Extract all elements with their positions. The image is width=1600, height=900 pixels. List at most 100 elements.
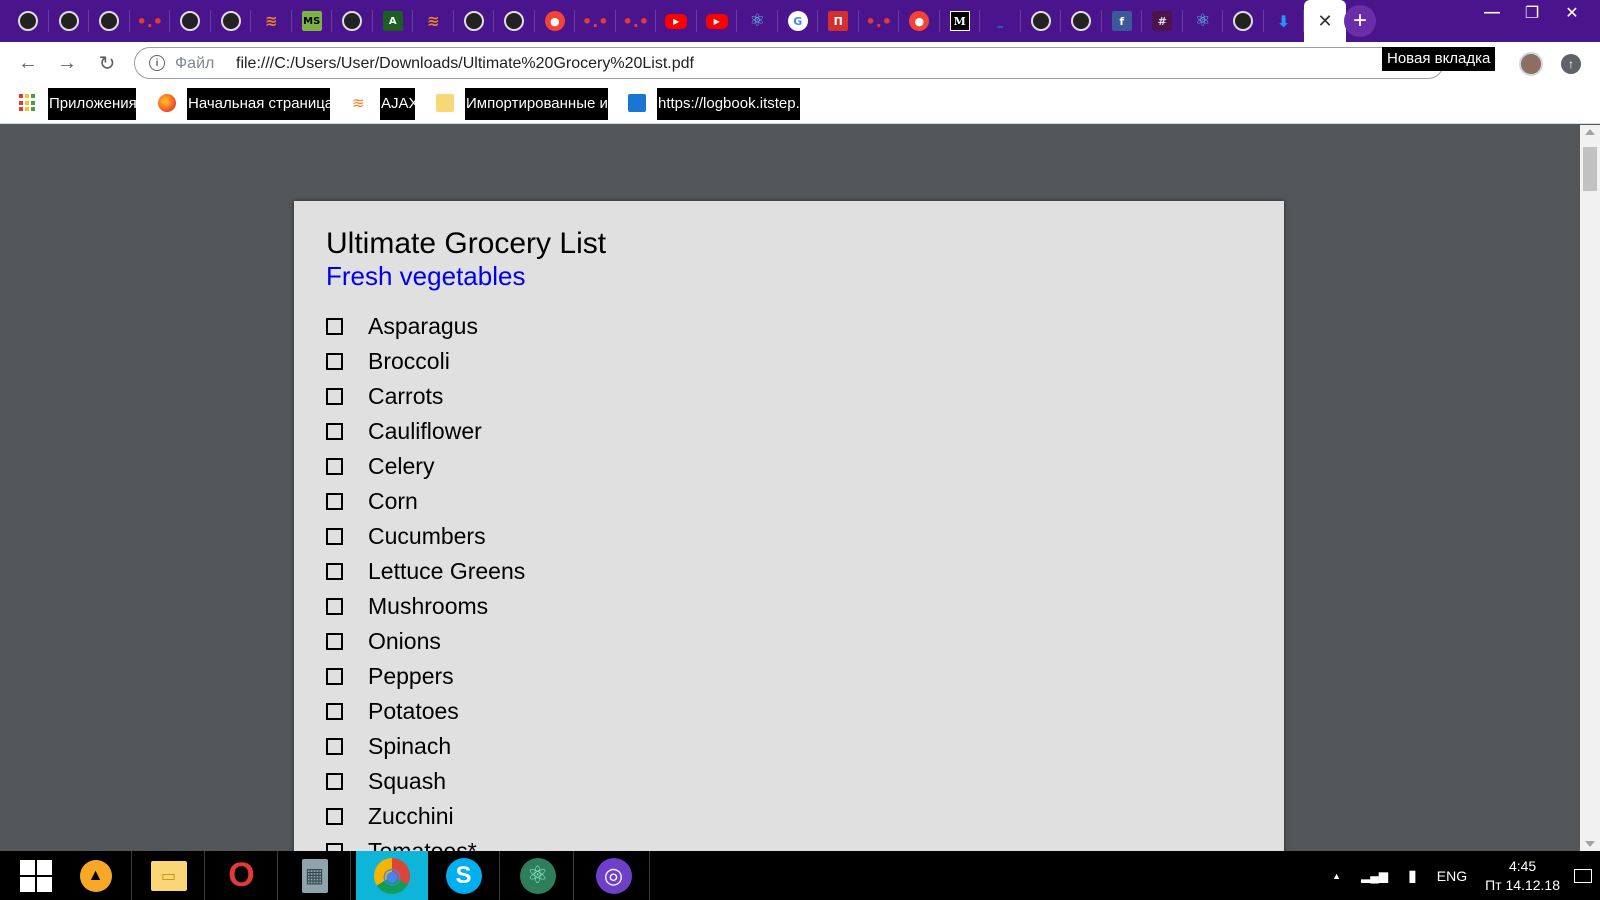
checkbox[interactable] <box>326 703 343 720</box>
checkbox[interactable] <box>326 843 343 851</box>
apps-icon[interactable] <box>19 94 37 112</box>
browser-tab[interactable] <box>211 0 252 42</box>
taskbar-github-desktop[interactable]: ◎ <box>578 851 650 900</box>
battery-icon[interactable]: ▮ <box>1408 866 1417 886</box>
bookmark-start-page[interactable]: Начальная страница <box>187 88 330 120</box>
opera-icon: O <box>228 856 255 894</box>
list-item: Lettuce Greens <box>326 554 525 589</box>
browser-tab[interactable]: ● <box>899 0 940 42</box>
browser-tab[interactable]: f <box>1102 0 1143 42</box>
browser-tab[interactable]: ● <box>535 0 576 42</box>
browser-tab[interactable]: ▶ <box>656 0 697 42</box>
update-icon[interactable]: ↑ <box>1561 54 1581 74</box>
browser-tab[interactable]: A <box>373 0 414 42</box>
browser-tab[interactable]: •.• <box>575 0 616 42</box>
github-icon <box>99 11 120 31</box>
checkbox[interactable] <box>326 388 343 405</box>
scrollbar[interactable] <box>1580 125 1600 851</box>
browser-tab[interactable]: ⚛ <box>1183 0 1224 42</box>
dots-icon: •.• <box>865 11 893 31</box>
browser-tab[interactable]: •.• <box>130 0 171 42</box>
browser-tab[interactable] <box>170 0 211 42</box>
browser-tab[interactable] <box>494 0 535 42</box>
browser-tab[interactable] <box>89 0 130 42</box>
checkbox[interactable] <box>326 773 343 790</box>
browser-tab[interactable] <box>1021 0 1062 42</box>
scroll-down-arrow[interactable] <box>1585 841 1595 847</box>
checkbox[interactable] <box>326 423 343 440</box>
checkbox[interactable] <box>326 458 343 475</box>
checkbox[interactable] <box>326 563 343 580</box>
tray-overflow-icon[interactable]: ▲ <box>1332 871 1341 881</box>
bookmark-apps[interactable]: Приложения <box>48 88 136 120</box>
browser-tab[interactable] <box>1223 0 1264 42</box>
taskbar-atom[interactable]: ⚛ <box>502 851 574 900</box>
browser-tab[interactable] <box>454 0 495 42</box>
url-text[interactable]: file:///C:/Users/User/Downloads/Ultimate… <box>236 55 694 73</box>
active-tab[interactable]: ✕ <box>1304 0 1346 42</box>
github-icon <box>1233 11 1254 31</box>
scroll-up-arrow[interactable] <box>1585 129 1595 135</box>
scroll-thumb[interactable] <box>1583 147 1597 191</box>
close-window-button[interactable]: ✕ <box>1552 0 1592 26</box>
atom-icon: ⚛ <box>519 857 556 894</box>
browser-tab[interactable]: G <box>778 0 819 42</box>
browser-tab[interactable]: ≋ <box>251 0 292 42</box>
taskbar-aimp[interactable]: ▲ <box>60 851 132 900</box>
checkbox[interactable] <box>326 353 343 370</box>
list-item: Cauliflower <box>326 414 525 449</box>
item-label: Mushrooms <box>368 593 489 619</box>
browser-tab[interactable] <box>8 0 49 42</box>
notification-icon[interactable] <box>1574 868 1592 883</box>
checkbox[interactable] <box>326 318 343 335</box>
taskbar-chrome[interactable]: ◉ <box>356 851 428 900</box>
browser-tab[interactable] <box>49 0 90 42</box>
info-icon[interactable]: i <box>149 55 165 71</box>
browser-tab[interactable]: ≋ <box>413 0 454 42</box>
bookmark-imported[interactable]: Импортированные из <box>465 88 608 120</box>
close-tab-icon[interactable]: ✕ <box>1317 11 1332 32</box>
browser-tab[interactable]: ⬇ <box>1264 0 1305 42</box>
dots-icon: •.• <box>136 11 164 31</box>
back-button[interactable]: ← <box>16 51 40 75</box>
checkbox[interactable] <box>326 668 343 685</box>
taskbar-file-explorer[interactable]: ▭ <box>133 851 205 900</box>
bookmark-ajax[interactable]: AJAX <box>380 88 415 120</box>
taskbar-opera[interactable]: O <box>206 851 278 900</box>
clock[interactable]: 4:45 Пт 14.12.18 <box>1485 857 1560 895</box>
checkbox[interactable] <box>326 528 343 545</box>
browser-tab[interactable]: ▶ <box>697 0 738 42</box>
browser-tab[interactable]: M <box>940 0 981 42</box>
browser-tab[interactable]: MS <box>292 0 333 42</box>
browser-tab[interactable] <box>332 0 373 42</box>
bookmark-logbook[interactable]: https://logbook.itstep.org <box>657 88 800 120</box>
checkbox[interactable] <box>326 598 343 615</box>
maximize-button[interactable]: ❐ <box>1512 0 1552 26</box>
forward-button[interactable]: → <box>55 51 79 75</box>
browser-tab[interactable]: _ <box>980 0 1021 42</box>
browser-tab[interactable]: •.• <box>859 0 900 42</box>
calculator-icon: ▦ <box>301 858 328 893</box>
firefox-icon <box>158 94 176 112</box>
browser-tab[interactable]: # <box>1142 0 1183 42</box>
network-icon[interactable]: ▂▄▆ <box>1361 869 1388 883</box>
taskbar-skype[interactable]: S <box>428 851 500 900</box>
browser-tab[interactable]: •.• <box>616 0 657 42</box>
checkbox[interactable] <box>326 493 343 510</box>
grocery-list: Asparagus Broccoli Carrots Cauliflower Celer… <box>326 309 525 851</box>
checkbox[interactable] <box>326 633 343 650</box>
browser-tab[interactable] <box>1061 0 1102 42</box>
browser-tab[interactable]: ⚛ <box>737 0 778 42</box>
browser-tab[interactable]: П <box>818 0 859 42</box>
checkbox[interactable] <box>326 808 343 825</box>
language-indicator[interactable]: ENG <box>1437 868 1467 884</box>
new-tab-button[interactable]: + <box>1344 5 1376 37</box>
pdf-viewport[interactable]: Ultimate Grocery List Fresh vegetables A… <box>0 125 1580 851</box>
list-item: Asparagus <box>326 309 525 344</box>
taskbar-calculator[interactable]: ▦ <box>279 851 351 900</box>
profile-avatar[interactable] <box>1519 52 1543 76</box>
checkbox[interactable] <box>326 738 343 755</box>
minimize-button[interactable]: — <box>1472 0 1512 26</box>
address-bar[interactable]: i Файл file:///C:/Users/User/Downloads/U… <box>134 47 1444 79</box>
reload-button[interactable]: ↻ <box>95 51 119 75</box>
